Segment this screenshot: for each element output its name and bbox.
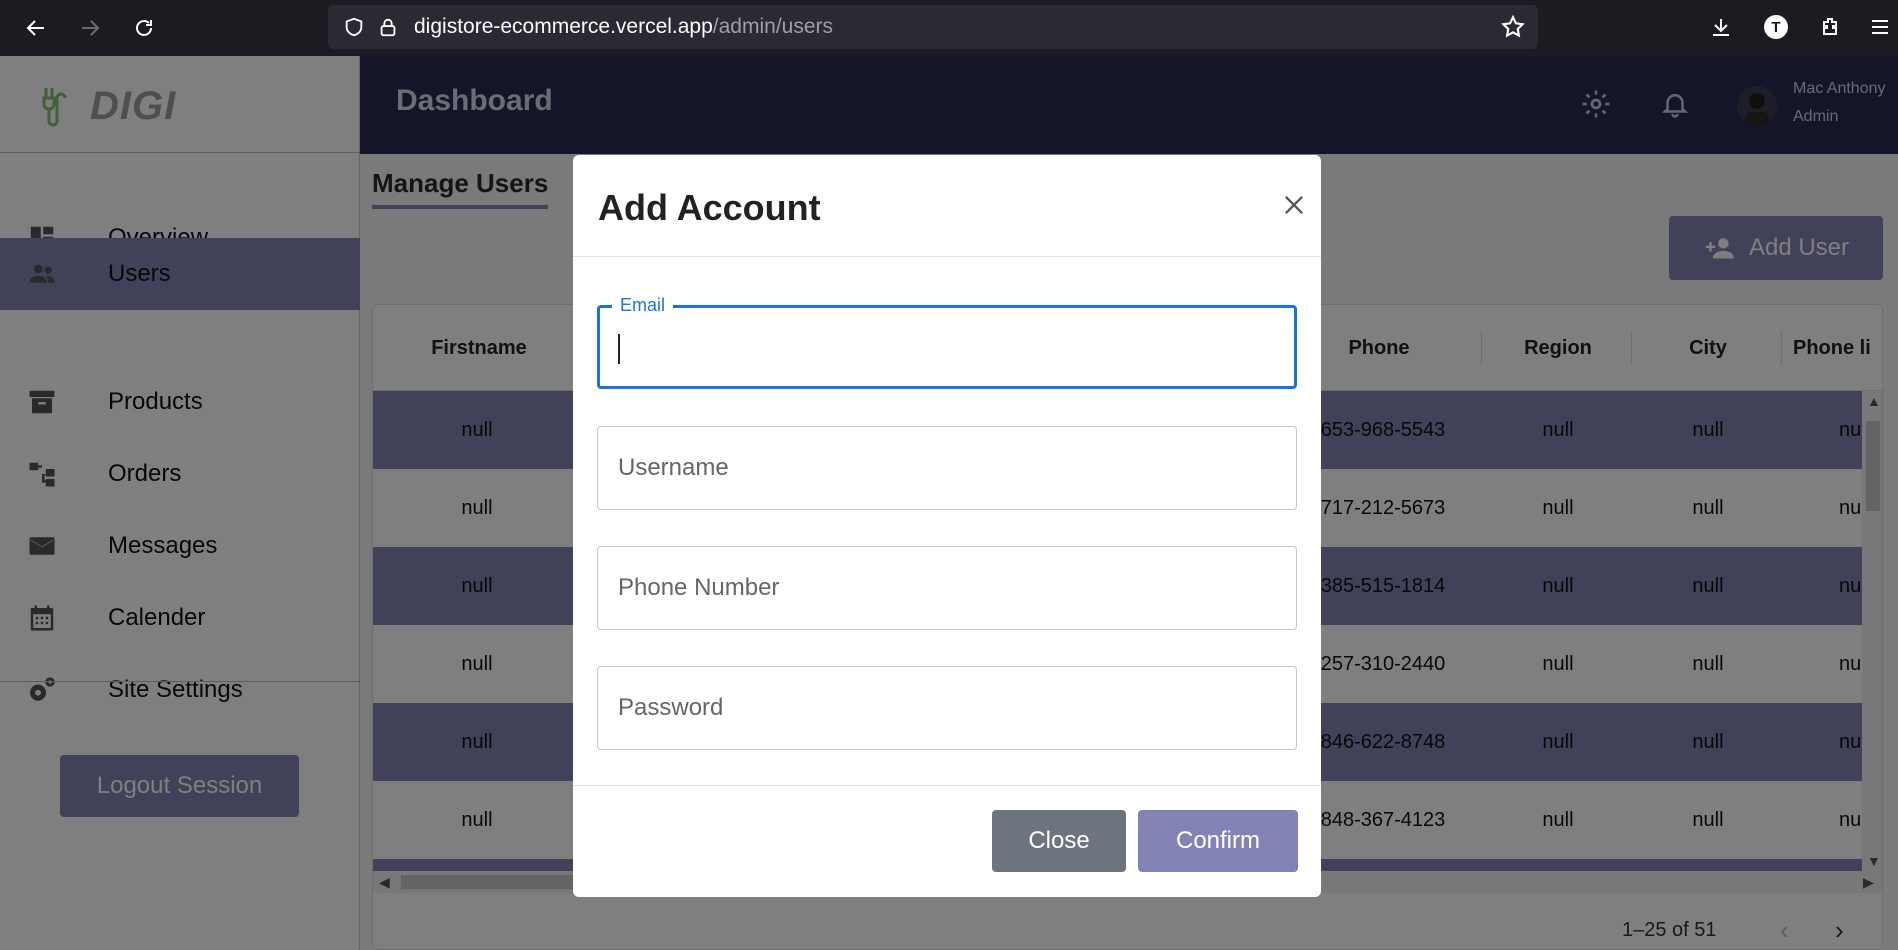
url-domain: digistore-ecommerce.vercel.app: [414, 15, 713, 38]
text-caret: [618, 334, 620, 364]
shield-icon[interactable]: [342, 15, 366, 39]
username-input[interactable]: [598, 427, 1296, 509]
reload-icon[interactable]: [126, 10, 162, 46]
menu-icon[interactable]: [1865, 12, 1895, 42]
extensions-icon[interactable]: [1815, 12, 1845, 42]
url-path: /admin/users: [712, 15, 834, 38]
confirm-button[interactable]: Confirm: [1138, 810, 1298, 872]
profile-initial: T: [1764, 15, 1788, 39]
phone-number-field[interactable]: [597, 546, 1297, 630]
modal-title: Add Account: [598, 187, 821, 228]
close-button[interactable]: Close: [992, 810, 1126, 872]
modal-header-divider: [573, 256, 1321, 257]
browser-toolbar: digistore-ecommerce.vercel.app/admin/use…: [0, 0, 1898, 56]
download-icon[interactable]: [1706, 12, 1736, 42]
forward-icon[interactable]: [72, 10, 108, 46]
modal-backdrop[interactable]: Add Account Email Close Confirm: [0, 56, 1898, 950]
bookmark-star-icon[interactable]: [1500, 14, 1526, 40]
close-icon[interactable]: [1280, 191, 1308, 219]
modal-footer-divider: [573, 785, 1321, 786]
password-field[interactable]: [597, 666, 1297, 750]
password-input[interactable]: [598, 667, 1296, 749]
lock-icon[interactable]: [376, 15, 400, 39]
username-field[interactable]: [597, 426, 1297, 510]
url-text: digistore-ecommerce.vercel.app/admin/use…: [414, 15, 833, 39]
url-bar[interactable]: digistore-ecommerce.vercel.app/admin/use…: [328, 5, 1538, 49]
phone-number-input[interactable]: [598, 547, 1296, 629]
add-account-modal: Add Account Email Close Confirm: [573, 155, 1321, 897]
profile-button[interactable]: T: [1761, 12, 1791, 42]
email-field[interactable]: Email: [597, 295, 1297, 389]
back-icon[interactable]: [18, 10, 54, 46]
email-input[interactable]: [600, 308, 1294, 386]
